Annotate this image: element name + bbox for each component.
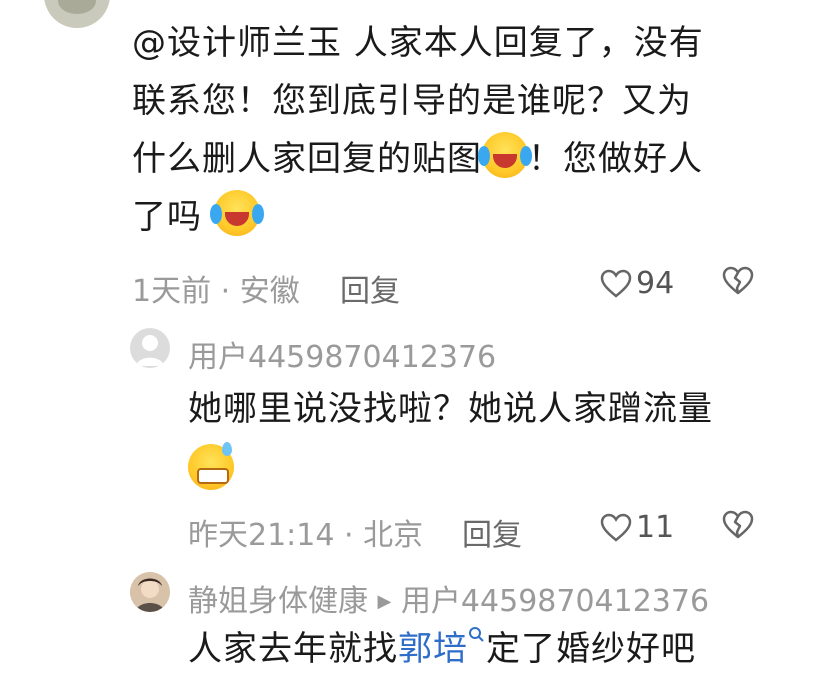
broken-heart-icon: [722, 266, 754, 295]
like-count: 94: [636, 266, 675, 301]
reply-emoji-line: [188, 442, 234, 490]
reply-header: 静姐身体健康 ▶ 用户4459870412376: [188, 576, 709, 620]
avatar[interactable]: [130, 572, 170, 612]
triangle-right-icon: ▶: [377, 591, 392, 612]
like-button[interactable]: 11: [600, 510, 674, 545]
laughing-crying-emoji-icon: [209, 190, 264, 236]
like-count: 11: [636, 510, 675, 545]
username[interactable]: 静姐身体健康: [188, 584, 368, 619]
timestamp-location: 昨天21:14 · 北京: [188, 518, 424, 553]
dislike-button[interactable]: [722, 510, 754, 540]
timestamp-location: 1天前 · 安徽: [132, 274, 300, 309]
reply-button[interactable]: 回复: [340, 266, 400, 310]
comment-text: @设计师兰玉 人家本人回复了，没有 联系您！您到底引导的是谁呢？又为 什么删人家…: [132, 14, 772, 246]
reply-text: 她哪里说没找啦？她说人家蹭流量: [188, 389, 713, 429]
comment-meta: 1天前 · 安徽: [132, 266, 300, 310]
grinning-sweat-emoji-icon: [188, 442, 234, 490]
broken-heart-icon: [722, 510, 754, 539]
search-icon: [469, 627, 484, 642]
dislike-button[interactable]: [722, 266, 754, 296]
laughing-crying-emoji-icon: [478, 132, 532, 178]
username[interactable]: 用户4459870412376: [188, 332, 496, 376]
comment-line: 什么删人家回复的贴图 ！您做好人: [132, 130, 772, 188]
heart-icon: [600, 269, 632, 298]
reply-button[interactable]: 回复: [462, 510, 522, 554]
reply-text: 人家去年就找郭培 定了婚纱好吧: [188, 620, 696, 678]
reply-to-username[interactable]: 用户4459870412376: [401, 584, 709, 619]
comment-line: 了吗: [132, 188, 772, 246]
avatar[interactable]: [44, 0, 110, 28]
like-button[interactable]: 94: [600, 266, 674, 301]
heart-icon: [600, 513, 632, 542]
comment-line: @设计师兰玉 人家本人回复了，没有: [132, 23, 704, 63]
comment-line: 联系您！您到底引导的是谁呢？又为: [132, 81, 692, 121]
search-link[interactable]: 郭培: [398, 629, 468, 669]
user-photo-icon: [130, 572, 170, 612]
avatar[interactable]: [130, 328, 170, 368]
default-user-icon: [136, 335, 164, 366]
